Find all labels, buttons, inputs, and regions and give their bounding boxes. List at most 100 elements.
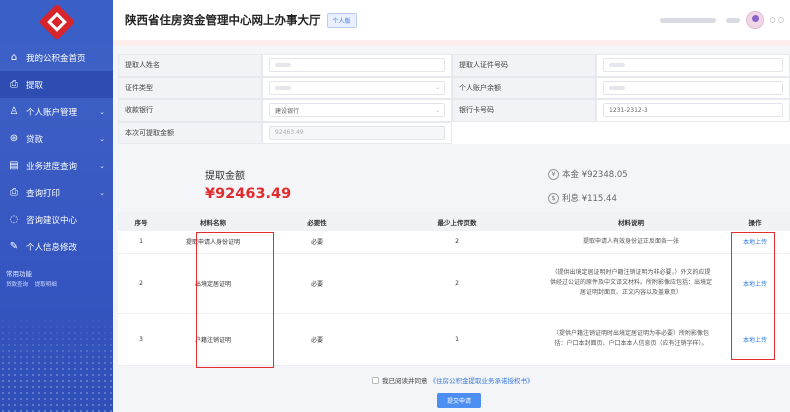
sidebar-item-0[interactable]: ⌂ 我的公积金首页 — [0, 44, 113, 71]
field-value-cell — [262, 54, 452, 77]
necessity-cell: 必要 — [262, 253, 372, 314]
sidebar-item-label: 个人信息修改 — [26, 242, 78, 253]
chevron-down-icon: ⌄ — [99, 188, 105, 197]
chevron-down-icon: ⌄ — [434, 106, 440, 114]
material-desc: 提取申请人有效身份证正反面各一张 — [582, 237, 679, 245]
field-value: 建设银行 — [275, 107, 300, 115]
chevron-down-icon: ⌄ — [99, 107, 105, 116]
material-name-cell: 户籍注销证明 — [164, 313, 262, 366]
upload-link[interactable]: 本地上传 — [743, 337, 767, 344]
redacted-value — [609, 63, 625, 68]
row-no: 3 — [139, 335, 143, 343]
table-row: 2 出境定居证明 必要 2 （提供出境定居证明时户籍注销证明为非必要，）外文的应提供经过… — [118, 253, 790, 314]
upload-link[interactable]: 本地上传 — [743, 281, 767, 288]
form-row: 收款银行 建设银行 ⌄ 银行卡号码 1231-2312-3 — [118, 99, 790, 122]
sidebar-item-label: 个人账户管理 — [26, 107, 78, 118]
quick-functions: 常用功能 贷款查询 提取明细 — [0, 260, 113, 288]
withdraw-icon: ⎙ — [10, 79, 18, 90]
input-field[interactable] — [603, 58, 783, 73]
row-no: 1 — [139, 238, 143, 246]
upload-link[interactable]: 本地上传 — [743, 239, 767, 246]
input-field[interactable] — [269, 58, 445, 73]
redacted-value — [275, 85, 291, 90]
table-row: 3 户籍注销证明 必要 1 （提供户籍注销证明时出境定居证明为非必要）所附影像包括：户口… — [118, 313, 790, 366]
field-value-cell — [596, 76, 790, 99]
form-row: 本次可提取金额 92463.49 — [118, 121, 790, 144]
redacted-value — [275, 63, 291, 68]
select-field[interactable]: 建设银行 ⌄ — [269, 103, 445, 118]
necessity-cell: 必要 — [262, 313, 372, 366]
amount-label: 提取金额 — [205, 171, 245, 182]
username-redacted — [725, 17, 740, 23]
input-field[interactable] — [603, 80, 783, 95]
submit-button[interactable]: 提交申请 — [437, 393, 481, 408]
chevron-down-icon: ⌄ — [99, 134, 105, 143]
progress-icon: ▤ — [9, 160, 19, 171]
material-name-cell: 提取申请人身份证明 — [164, 231, 262, 254]
field-value-cell: 建设银行 ⌄ — [262, 99, 452, 122]
sidebar-item-2[interactable]: ♙ 个人账户管理 ⌄ — [0, 98, 113, 125]
min-pages: 1 — [455, 335, 459, 343]
agreement: 我已阅读并同意 《住房公积金提取业务承诺授权书》 — [372, 375, 534, 385]
sidebar-item-7[interactable]: ✎ 个人信息修改 — [0, 233, 113, 260]
field-label: 证件类型 — [118, 76, 262, 99]
materials-table: 序号 材料名称 必要性 最少上传页数 材料说明 操作 1 提取申请人身份证明 必要 2… — [118, 212, 790, 366]
sidebar-item-label: 咨询建议中心 — [26, 215, 78, 226]
avatar[interactable] — [745, 11, 764, 29]
header: 陕西省住房资金管理中心网上办事大厅 个人版 ○ ○ — [113, 0, 790, 40]
printer-icon: ⎙ — [10, 187, 18, 198]
field-value: 92463.49 — [275, 129, 304, 137]
sidebar-item-6[interactable]: ◌ 咨询建议中心 — [0, 206, 113, 233]
header-divider — [113, 40, 790, 46]
row-no-cell: 2 — [118, 253, 164, 314]
col-desc: 材料说明 — [542, 212, 720, 231]
decorative-dots — [0, 312, 113, 412]
quick-link-loan-query[interactable]: 贷款查询 — [6, 282, 28, 288]
upload-link-cell: 本地上传 — [720, 231, 790, 254]
input-field[interactable]: 1231-2312-3 — [603, 103, 783, 118]
row-no-cell: 1 — [118, 231, 164, 254]
principal-icon: ¥ — [548, 168, 559, 180]
necessity: 必要 — [310, 336, 323, 344]
min-pages: 2 — [455, 238, 459, 246]
col-pages: 最少上传页数 — [372, 212, 542, 231]
more-icon[interactable]: ○ ○ — [770, 16, 784, 24]
field-value: 1231-2312-3 — [609, 106, 648, 114]
min-pages: 2 — [455, 279, 459, 287]
sidebar: ⌂ 我的公积金首页 ⎙ 提取 ♙ 个人账户管理 ⌄ ⊛ 贷款 ⌄ ▤ 业务进度查询 ⌄ ⎙ 查询打印 ⌄ ◌ 咨询… — [0, 0, 113, 412]
input-field[interactable]: 92463.49 — [269, 125, 445, 140]
withdraw-form: 提取人姓名 提取人证件号码 证件类型 ⌄ 个人账户余额 收款银行 建设银行 ⌄ 银行卡号码 123… — [118, 54, 790, 144]
chevron-down-icon: ⌄ — [434, 84, 440, 92]
necessity: 必要 — [310, 239, 323, 247]
quick-title: 常用功能 — [6, 270, 32, 278]
col-required: 必要性 — [262, 212, 372, 231]
sidebar-item-3[interactable]: ⊛ 贷款 ⌄ — [0, 125, 113, 152]
agree-text: 我已阅读并同意 — [382, 377, 428, 385]
user-info-redacted — [659, 17, 716, 23]
min-pages-cell: 2 — [372, 253, 542, 314]
min-pages-cell: 2 — [372, 231, 542, 254]
table-row: 1 提取申请人身份证明 必要 2 提取申请人有效身份证正反面各一张 本地上传 — [118, 231, 790, 254]
field-label: 提取人姓名 — [118, 54, 262, 77]
field-value-cell: ⌄ — [262, 76, 452, 99]
agreement-link[interactable]: 《住房公积金提取业务承诺授权书》 — [430, 375, 534, 385]
sidebar-item-label: 查询打印 — [26, 188, 61, 199]
material-name: 出境定居证明 — [194, 280, 231, 288]
interest-icon: $ — [548, 192, 559, 204]
quick-link-withdraw-detail[interactable]: 提取明细 — [35, 282, 57, 288]
sidebar-item-4[interactable]: ▤ 业务进度查询 ⌄ — [0, 152, 113, 179]
select-field[interactable]: ⌄ — [269, 80, 445, 95]
row-no-cell: 3 — [118, 313, 164, 366]
material-desc-cell: 提取申请人有效身份证正反面各一张 — [542, 231, 720, 254]
principal-text: 本金 ¥92348.05 — [562, 170, 628, 180]
chevron-down-icon: ⌄ — [99, 161, 105, 170]
material-desc-cell: （提供出境定居证明时户籍注销证明为非必要，）外文的应提供经过公证的原件及中文译文… — [542, 253, 720, 314]
amount-value: ¥92463.49 — [205, 186, 292, 202]
field-label: 提取人证件号码 — [452, 54, 596, 77]
col-name: 材料名称 — [164, 212, 262, 231]
chat-icon: ◌ — [9, 214, 19, 225]
sidebar-item-1[interactable]: ⎙ 提取 — [0, 71, 113, 98]
sidebar-item-5[interactable]: ⎙ 查询打印 ⌄ — [0, 179, 113, 206]
sidebar-item-label: 业务进度查询 — [26, 161, 78, 172]
agree-checkbox[interactable] — [372, 376, 379, 384]
